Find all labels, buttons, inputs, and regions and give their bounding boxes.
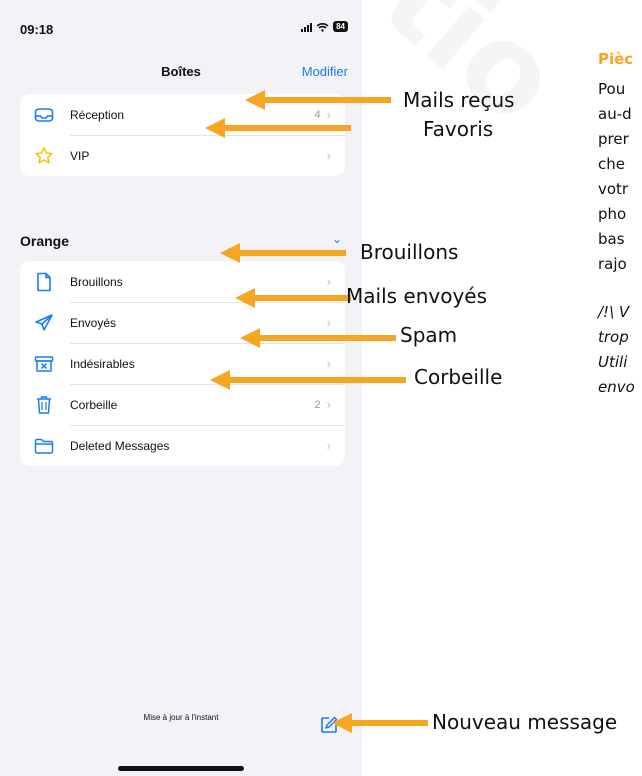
- wifi-icon: [316, 22, 329, 32]
- annotation-spam: Spam: [400, 323, 458, 347]
- status-icons: 84: [301, 21, 348, 32]
- annotation-nouveau-message: Nouveau message: [432, 710, 618, 734]
- folder-icon: [32, 434, 56, 458]
- account-section-title: Orange: [20, 233, 70, 249]
- arrow-nouveau-message: [332, 713, 428, 733]
- inbox-icon: [32, 103, 56, 127]
- side-text-line: rajo: [598, 255, 627, 273]
- item-count: 2: [314, 398, 321, 411]
- arrow-brouillons: [220, 243, 346, 263]
- chevron-right-icon: ›: [326, 397, 331, 412]
- arrow-favoris: [205, 118, 351, 138]
- chevron-right-icon: ›: [326, 148, 331, 163]
- paper-plane-icon: [32, 311, 56, 335]
- trash-icon: [32, 393, 56, 417]
- side-text-line: au-d: [598, 105, 632, 123]
- side-text-line: bas: [598, 230, 625, 248]
- side-text-line: prer: [598, 130, 629, 148]
- annotation-brouillons: Brouillons: [360, 240, 459, 264]
- arrow-mails-envoyes: [235, 288, 351, 308]
- arrow-corbeille: [210, 370, 406, 390]
- battery-indicator: 84: [333, 21, 348, 32]
- side-italic-line: trop: [598, 328, 629, 346]
- annotation-favoris: Favoris: [423, 117, 494, 141]
- cellular-signal-icon: [301, 22, 313, 32]
- side-italic-line: /!\ V: [598, 303, 630, 321]
- side-heading: Pièc: [598, 50, 634, 68]
- arrow-spam: [240, 328, 396, 348]
- side-text-line: che: [598, 155, 625, 173]
- mailbox-label: Corbeille: [70, 397, 118, 412]
- document-icon: [32, 270, 56, 294]
- edit-button[interactable]: Modifier: [302, 64, 348, 79]
- side-text-line: votr: [598, 180, 629, 198]
- status-time: 09:18: [20, 22, 54, 37]
- junk-box-icon: [32, 352, 56, 376]
- arrow-mails-recus: [245, 90, 391, 110]
- home-indicator: [118, 766, 244, 771]
- mailbox-label: Deleted Messages: [70, 438, 170, 453]
- mailbox-row-vip[interactable]: VIP ›: [20, 135, 345, 176]
- update-status: Mise à jour à l'instant: [143, 713, 219, 722]
- star-icon: [32, 144, 56, 168]
- annotation-mails-recus: Mails reçus: [403, 88, 515, 112]
- side-text-line: pho: [598, 205, 627, 223]
- annotation-mails-envoyes: Mails envoyés: [346, 284, 488, 308]
- side-italic-line: Utili: [598, 353, 628, 371]
- mailbox-row-deleted-messages[interactable]: Deleted Messages ›: [20, 425, 345, 466]
- mailbox-label: VIP: [70, 148, 90, 163]
- side-text-line: Pou: [598, 80, 626, 98]
- annotation-corbeille: Corbeille: [414, 365, 503, 389]
- chevron-right-icon: ›: [326, 438, 331, 453]
- side-italic-line: envo: [598, 378, 635, 396]
